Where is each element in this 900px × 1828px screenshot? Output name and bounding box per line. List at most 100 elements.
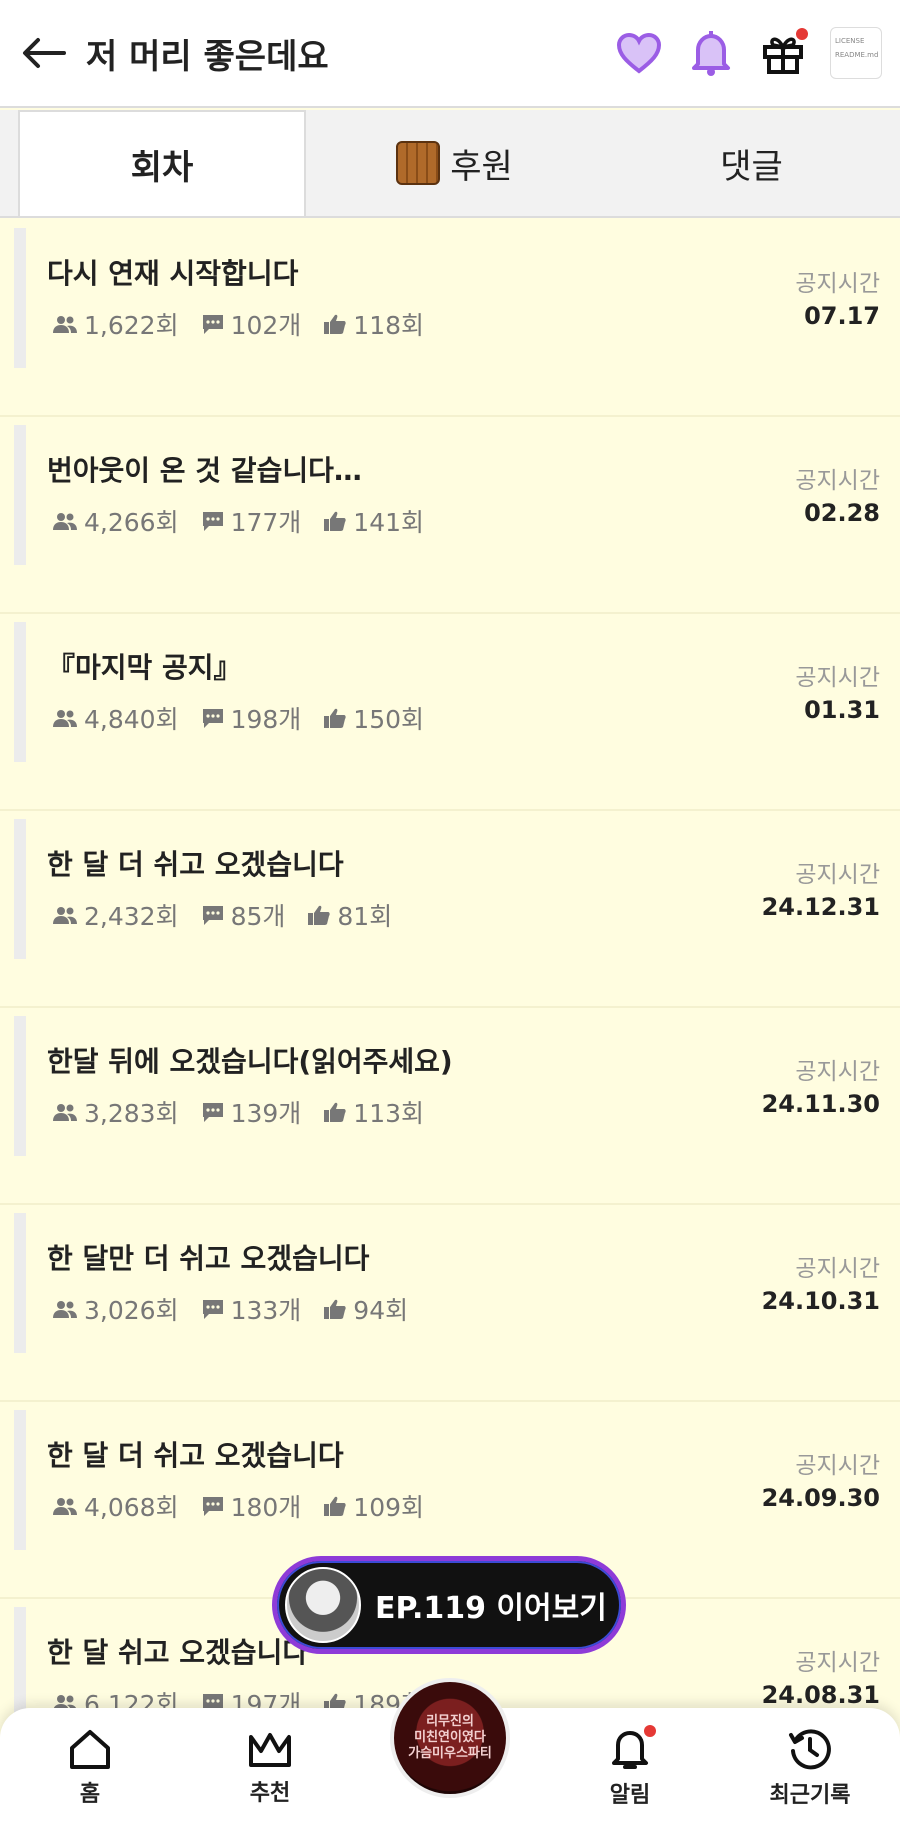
item-title: 한 달 더 쉬고 오겠습니다 (47, 848, 344, 881)
notice-date: 07.17 (804, 302, 880, 330)
thumbs-up-icon (324, 1496, 346, 1516)
comments-count: 133개 (201, 1291, 301, 1327)
likes-count: 150회 (323, 700, 424, 736)
notice-date: 24.12.31 (761, 893, 880, 921)
app-header: 저 머리 좋은데요 LICENSE README.md (0, 0, 900, 108)
people-icon (53, 1301, 77, 1318)
thumbs-up-icon (324, 314, 346, 334)
item-title: 다시 연재 시작합니다 (47, 257, 299, 290)
notice-label: 공지시간 (795, 1650, 880, 1676)
item-meta: 3,283회 139개 113회 (52, 1094, 446, 1130)
notification-bell-button[interactable] (686, 28, 736, 78)
notice-date: 01.31 (804, 696, 880, 724)
item-meta: 4,840회 198개 150회 (52, 700, 446, 736)
list-item[interactable]: 『마지막 공지』 4,840회 198개 150회 공지시간 01.31 (0, 614, 900, 811)
nav-recommend[interactable]: 추천 (210, 1729, 330, 1807)
notice-date: 24.08.31 (761, 1681, 880, 1709)
bell-icon (692, 31, 730, 76)
people-icon (53, 1104, 77, 1121)
badge-line: 가슴미우스파티 (408, 1746, 492, 1761)
notice-date: 24.09.30 (761, 1484, 880, 1512)
item-side-bar (14, 819, 26, 959)
list-item[interactable]: 다시 연재 시작합니다 1,622회 102개 118회 공지시간 07.17 (0, 220, 900, 417)
views-count: 4,068회 (52, 1488, 179, 1524)
item-title: 한 달 쉬고 오겠습니다 (47, 1636, 309, 1669)
list-item[interactable]: 한달 뒤에 오겠습니다(읽어주세요) 3,283회 139개 113회 공지시간… (0, 1008, 900, 1205)
comment-icon (202, 906, 223, 925)
home-icon (70, 1730, 110, 1769)
item-side-bar (14, 1213, 26, 1353)
document-thumbnail[interactable]: LICENSE README.md (830, 27, 882, 79)
comments-count: 102개 (201, 306, 301, 342)
nav-label: 알림 (609, 1783, 651, 1808)
views-count: 3,283회 (52, 1094, 179, 1130)
people-icon (53, 1498, 77, 1515)
item-side-bar (14, 1410, 26, 1550)
views-count: 3,026회 (52, 1291, 179, 1327)
list-item[interactable]: 번아웃이 온 것 같습니다… 4,266회 177개 141회 공지시간 02.… (0, 417, 900, 614)
views-count: 1,622회 (52, 306, 179, 342)
item-side-bar (14, 425, 26, 565)
nav-alerts[interactable]: 알림 (570, 1725, 690, 1809)
views-count: 2,432회 (52, 897, 179, 933)
item-title: 번아웃이 온 것 같습니다… (47, 454, 362, 487)
item-title: 『마지막 공지』 (47, 651, 242, 684)
item-side-bar (14, 622, 26, 762)
notice-label: 공지시간 (795, 862, 880, 888)
comment-icon (202, 709, 223, 728)
item-title: 한 달 더 쉬고 오겠습니다 (47, 1439, 344, 1472)
comments-count: 198개 (201, 700, 301, 736)
comment-icon (202, 1497, 223, 1516)
wooden-box-icon (396, 141, 441, 185)
comment-icon (202, 1300, 223, 1319)
likes-count: 118회 (323, 306, 424, 342)
thumbs-up-icon (324, 1299, 346, 1319)
tab-label: 후원 (450, 146, 513, 187)
likes-count: 109회 (323, 1488, 424, 1524)
back-button[interactable] (20, 29, 68, 77)
notice-date: 02.28 (804, 499, 880, 527)
back-arrow-icon (23, 38, 66, 68)
nav-label: 홈 (79, 1782, 101, 1807)
likes-count: 141회 (323, 503, 424, 539)
views-count: 4,266회 (52, 503, 179, 539)
item-meta: 3,026회 133개 94회 (52, 1291, 430, 1327)
featured-work-badge[interactable]: 리무진의 미친연이였다 가슴미우스파티 (390, 1678, 510, 1798)
gift-button[interactable] (758, 28, 808, 78)
thumbs-up-icon (308, 905, 331, 925)
comments-count: 180개 (201, 1488, 301, 1524)
tab-episodes[interactable]: 회차 (18, 110, 306, 216)
list-item[interactable]: 한 달 더 쉬고 오겠습니다 2,432회 85개 81회 공지시간 24.12… (0, 811, 900, 1008)
heart-icon (616, 32, 662, 74)
tab-comments[interactable]: 댓글 (603, 110, 900, 216)
likes-count: 94회 (323, 1291, 408, 1327)
people-icon (53, 710, 77, 727)
tab-label: 댓글 (720, 146, 783, 187)
likes-count: 113회 (323, 1094, 424, 1130)
continue-reading-button[interactable]: EP.119 이어보기 (272, 1556, 626, 1654)
nav-home[interactable]: 홈 (30, 1728, 150, 1808)
nav-recent[interactable]: 최근기록 (750, 1727, 870, 1809)
item-meta: 4,068회 180개 109회 (52, 1488, 446, 1524)
item-title: 한 달만 더 쉬고 오겠습니다 (47, 1242, 370, 1275)
thumb-line: LICENSE (835, 37, 865, 45)
item-title: 한달 뒤에 오겠습니다(읽어주세요) (47, 1045, 453, 1078)
notice-label: 공지시간 (795, 1453, 880, 1479)
tab-label: 회차 (130, 147, 194, 188)
notice-label: 공지시간 (795, 665, 880, 691)
continue-label: EP.119 이어보기 (375, 1591, 607, 1626)
comments-count: 139개 (201, 1094, 301, 1130)
list-item[interactable]: 한 달만 더 쉬고 오겠습니다 3,026회 133개 94회 공지시간 24.… (0, 1205, 900, 1402)
tab-support[interactable]: 후원 (306, 110, 603, 216)
thumb-line: README.md (835, 51, 879, 59)
favorite-button[interactable] (614, 28, 664, 78)
episode-thumbnail (285, 1567, 361, 1643)
item-meta: 1,622회 102개 118회 (52, 306, 446, 342)
comments-count: 85개 (201, 897, 285, 933)
comments-count: 177개 (201, 503, 301, 539)
likes-count: 81회 (307, 897, 392, 933)
notice-label: 공지시간 (795, 1256, 880, 1282)
item-side-bar (14, 228, 26, 368)
item-meta: 4,266회 177개 141회 (52, 503, 446, 539)
nav-label: 추천 (249, 1781, 291, 1806)
